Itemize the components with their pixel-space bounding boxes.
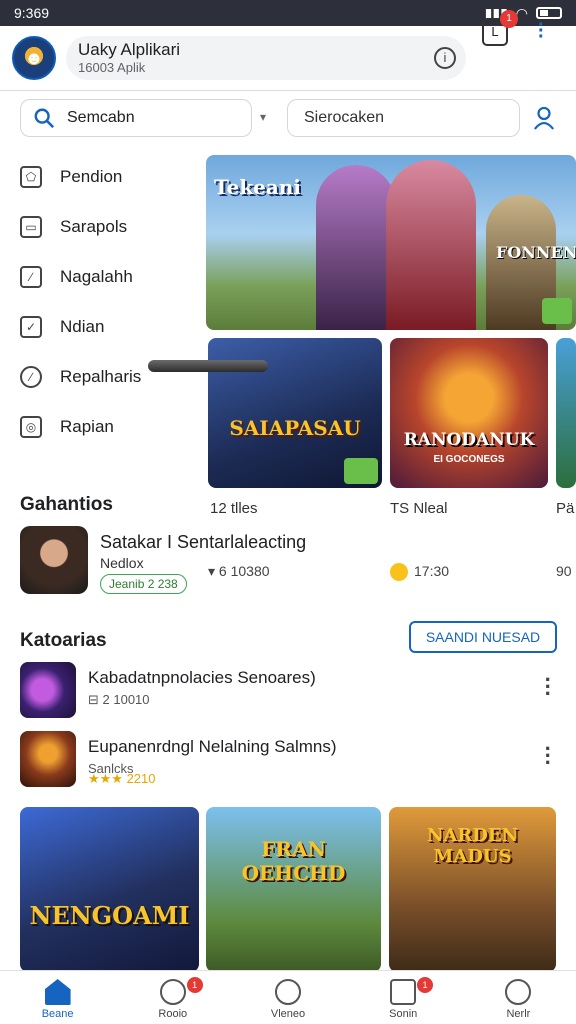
game-card-title: SAIAPASAU — [229, 416, 361, 440]
inbox-icon — [390, 979, 417, 1005]
window-icon: ▭ — [20, 216, 42, 238]
info-icon[interactable]: i — [434, 47, 456, 69]
hero-character — [386, 160, 476, 330]
game-card[interactable]: RANODANUK EI GOCONEGS — [390, 338, 548, 488]
featured-thumbnail[interactable] — [20, 526, 88, 594]
check-icon: ✓ — [20, 316, 42, 338]
featured-meta-value: 6 10380 — [218, 563, 270, 579]
header-divider — [0, 90, 576, 91]
game-banner-card[interactable]: FRAN OEHCHD — [206, 807, 381, 972]
sidebar-item-label: Rapian — [60, 417, 114, 436]
bottom-nav-label: Nerlr — [506, 1008, 531, 1020]
featured-meta-value: 17:30 — [414, 563, 450, 579]
sidebar-item-label: Pendion — [60, 167, 123, 186]
bottom-nav: Beane 1 Rooio Vleneo 1 Sonin Nerlr — [0, 970, 576, 1024]
person-icon — [275, 979, 301, 1005]
store-badge-icon — [344, 458, 378, 484]
list-item[interactable]: Eupanenrdngl Nelalning Salmns) Sanlcks ★… — [20, 731, 560, 787]
home-icon — [44, 979, 71, 1005]
sidebar-item-nagalahh[interactable]: ∕ Nagalahh — [20, 252, 190, 302]
profile-icon — [505, 979, 532, 1005]
edit-icon: ∕ — [20, 266, 42, 288]
sidebar-item-ndian[interactable]: ✓ Ndian — [20, 302, 190, 352]
app-logo[interactable]: ☻ — [12, 36, 56, 80]
featured-meta: ▾ 6 10380 — [208, 563, 270, 579]
game-banner-card[interactable]: NENGOAMI — [20, 807, 199, 972]
bottom-nav-label: Vleneo — [270, 1008, 306, 1020]
list-item-count: 2 10010 — [102, 692, 150, 707]
more-menu-icon[interactable]: · · · — [538, 15, 545, 47]
game-banner-title: NARDEN MADUS — [426, 825, 519, 867]
game-card[interactable] — [556, 338, 576, 488]
sidebar-item-sarapols[interactable]: ▭ Sarapols — [20, 202, 190, 252]
bag-icon: ◎ — [20, 416, 42, 438]
shield-icon: ∕ — [20, 366, 42, 388]
user-icon[interactable] — [533, 106, 555, 130]
featured-title[interactable]: Satakar I Sentarlaleacting — [100, 532, 306, 553]
bottom-nav-home[interactable]: Beane — [0, 971, 115, 1024]
game-card-title: RANODANUK — [403, 430, 535, 450]
bottom-nav-label: Rooio — [158, 1008, 188, 1020]
more-options-icon[interactable]: · · · — [545, 669, 552, 705]
notification-badge: 1 — [500, 10, 518, 28]
emoji-icon — [390, 563, 408, 582]
pentagon-icon: ⬠ — [20, 166, 42, 188]
game-banner-card[interactable]: NARDEN MADUS — [389, 807, 556, 972]
chevron-down-icon[interactable]: ▾ — [260, 110, 266, 124]
sidebar-item-label: Ndian — [60, 317, 105, 336]
featured-meta-value: 90 — [556, 563, 572, 579]
app-subtitle: 16003 Aplik — [78, 60, 146, 75]
featured-subtitle: Nedlox — [100, 555, 144, 571]
bottom-nav-inbox[interactable]: 1 Sonin — [346, 971, 461, 1024]
search-text: Semcabn — [67, 109, 135, 126]
bottom-nav-video[interactable]: Vleneo — [230, 971, 345, 1024]
hero-title: Tekeani — [214, 175, 301, 199]
sidebar: ⬠ Pendion ▭ Sarapols ∕ Nagalahh ✓ Ndian … — [20, 152, 190, 452]
bottom-nav-label: Beane — [41, 1008, 74, 1020]
featured-pill: Jeanib 2 238 — [100, 574, 187, 594]
list-item[interactable]: Kabadatnpnolacies Senoares) ⊟ 2 10010 · ·… — [20, 662, 560, 718]
sidebar-item-label: Repalharis — [60, 367, 142, 386]
search-input[interactable]: Semcabn — [20, 99, 252, 137]
bottom-nav-profile[interactable]: Nerlr — [461, 971, 576, 1024]
app-title-box[interactable]: Uaky Alplikari 16003 Aplik i — [66, 36, 466, 80]
sidebar-item-pendion[interactable]: ⬠ Pendion — [20, 152, 190, 202]
list-item-subtitle: ⊟ 2 10010 — [88, 692, 150, 707]
chat-icon — [159, 979, 186, 1005]
section-title: Katoarias — [20, 630, 107, 651]
more-options-icon[interactable]: · · · — [545, 738, 552, 774]
sidebar-item-label: Sarapols — [60, 217, 128, 236]
sidebar-item-label: Nagalahh — [60, 267, 133, 286]
card-caption: 12 tlles — [210, 500, 258, 517]
notification-badge: 1 — [186, 977, 203, 993]
search-icon — [34, 108, 55, 129]
hero-banner[interactable]: Tekeani FONNENIN — [206, 155, 576, 330]
featured-meta: 17:30 — [390, 563, 450, 582]
hero-character — [316, 165, 396, 330]
card-caption: Pä — [556, 500, 575, 517]
list-item-title: Eupanenrdngl Nelalning Salmns) — [88, 737, 337, 756]
game-card-subtitle: EI GOCONEGS — [433, 454, 505, 465]
store-badge-icon — [542, 298, 572, 324]
game-banner-title: FRAN OEHCHD — [241, 837, 346, 885]
sidebar-item-rapian[interactable]: ◎ Rapian — [20, 402, 190, 452]
section-title: Gahantios — [20, 494, 113, 515]
hero-subtitle: FONNENIN — [496, 243, 576, 262]
bottom-nav-label: Sonin — [389, 1008, 418, 1020]
card-caption: TS Nleal — [390, 500, 448, 517]
list-item-thumbnail — [20, 731, 76, 787]
see-all-button[interactable]: SAANDI NUESAD — [409, 621, 557, 653]
list-item-thumbnail — [20, 662, 76, 718]
notification-badge: 1 — [417, 977, 434, 993]
weapon-graphic — [148, 360, 268, 372]
list-item-title: Kabadatnpnolacies Senoares) — [88, 668, 316, 687]
game-banner-title: NENGOAMI — [29, 901, 190, 930]
secondary-search-input[interactable]: Sierocaken — [287, 99, 520, 137]
bottom-nav-chat[interactable]: 1 Rooio — [115, 971, 230, 1024]
app-title: Uaky Alplikari — [78, 40, 181, 59]
status-time: 9:369 — [14, 5, 50, 21]
rating-stars: ★★★ 2210 — [88, 771, 156, 786]
